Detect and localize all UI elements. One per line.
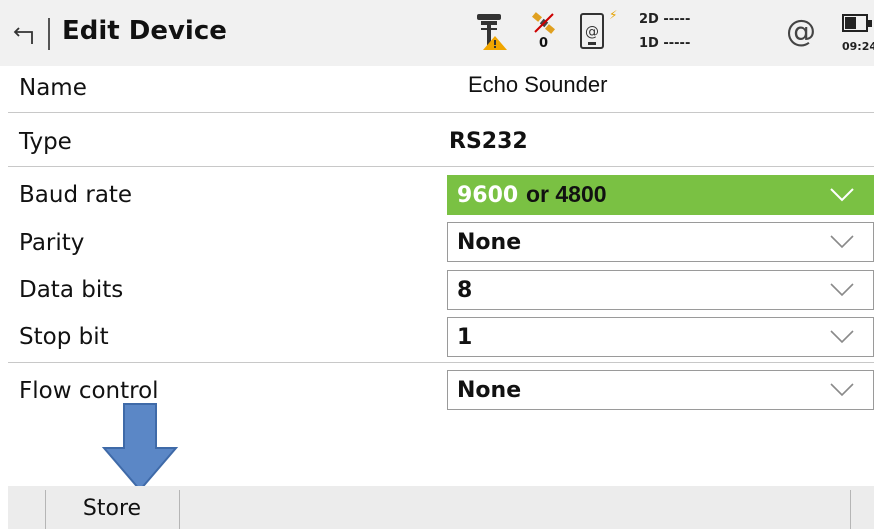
divider bbox=[8, 362, 874, 363]
power-bolt-icon: ⚡ bbox=[609, 8, 618, 22]
data-bits-label: Data bits bbox=[19, 277, 124, 303]
type-label: Type bbox=[19, 129, 72, 155]
battery-icon bbox=[842, 14, 872, 32]
divider bbox=[8, 112, 874, 113]
down-arrow-annotation bbox=[101, 403, 179, 492]
rover-warning-icon[interactable] bbox=[473, 12, 509, 52]
stop-bit-value: 1 bbox=[457, 325, 473, 350]
parity-value: None bbox=[457, 230, 522, 255]
parity-label: Parity bbox=[19, 230, 85, 256]
stop-bit-select[interactable]: 1 bbox=[447, 317, 874, 357]
stop-bit-label: Stop bit bbox=[19, 324, 109, 350]
chevron-down-icon bbox=[830, 383, 854, 397]
softkey-divider bbox=[850, 490, 851, 529]
type-value: RS232 bbox=[449, 129, 528, 154]
chevron-down-icon bbox=[830, 283, 854, 297]
chevron-down-icon bbox=[830, 235, 854, 249]
data-bits-value: 8 bbox=[457, 278, 473, 303]
flow-control-label: Flow control bbox=[19, 378, 159, 404]
baud-rate-label: Baud rate bbox=[19, 182, 133, 208]
store-button[interactable]: Store bbox=[45, 486, 179, 529]
chevron-down-icon bbox=[830, 188, 854, 202]
divider bbox=[8, 166, 874, 167]
name-value[interactable]: Echo Sounder bbox=[468, 72, 607, 98]
chevron-down-icon bbox=[830, 330, 854, 344]
flow-control-value: None bbox=[457, 378, 522, 403]
title-separator bbox=[48, 18, 50, 50]
clock: 09:24 bbox=[842, 40, 874, 53]
softkey-divider bbox=[179, 490, 180, 529]
svg-text:@: @ bbox=[585, 24, 599, 40]
baud-rate-annotation: or 4800 bbox=[526, 181, 607, 207]
page-title: Edit Device bbox=[62, 16, 227, 46]
position-1d-readout: 1D ----- bbox=[639, 36, 691, 51]
satellite-count: 0 bbox=[539, 36, 549, 51]
device-connection-icon[interactable]: @ bbox=[578, 12, 606, 50]
parity-select[interactable]: None bbox=[447, 222, 874, 262]
satellite-icon[interactable] bbox=[531, 12, 557, 36]
name-label: Name bbox=[19, 75, 87, 101]
baud-rate-select[interactable]: 9600 bbox=[447, 175, 874, 215]
baud-rate-value: 9600 bbox=[457, 183, 519, 208]
position-2d-readout: 2D ----- bbox=[639, 12, 691, 27]
at-connection-icon[interactable]: @ bbox=[786, 14, 816, 49]
flow-control-select[interactable]: None bbox=[447, 370, 874, 410]
back-arrow-icon[interactable] bbox=[12, 18, 42, 48]
data-bits-select[interactable]: 8 bbox=[447, 270, 874, 310]
